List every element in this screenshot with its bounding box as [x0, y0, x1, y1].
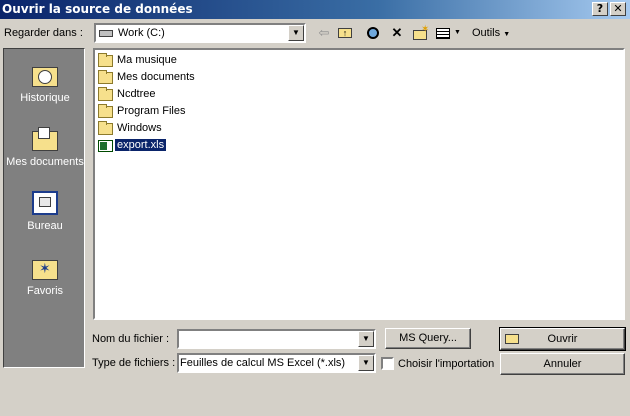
- filetype-label: Type de fichiers :: [92, 357, 176, 369]
- file-name: Program Files: [117, 105, 186, 117]
- file-name: Windows: [117, 122, 162, 134]
- new-folder-icon[interactable]: ✶: [410, 24, 430, 42]
- window-title: Ouvrir la source de données: [2, 2, 193, 16]
- place-history[interactable]: Historique: [4, 61, 86, 104]
- look-in-value: Work (C:): [118, 27, 165, 39]
- favorites-icon: ✶: [30, 254, 60, 282]
- filename-label: Nom du fichier :: [92, 333, 170, 345]
- history-icon: [30, 61, 60, 89]
- desktop-icon: [30, 189, 60, 217]
- excel-file-icon: [98, 140, 113, 152]
- open-folder-icon: [505, 334, 519, 344]
- up-folder-icon[interactable]: ↑: [335, 24, 355, 42]
- folder-icon: [98, 121, 113, 135]
- folder-icon: [98, 53, 113, 67]
- cancel-button[interactable]: Annuler: [500, 353, 625, 375]
- ms-query-button[interactable]: MS Query...: [385, 328, 471, 349]
- filename-input[interactable]: ▼: [177, 329, 376, 349]
- chevron-down-icon[interactable]: ▼: [288, 25, 304, 41]
- place-label: Favoris: [26, 285, 64, 297]
- look-in-dropdown[interactable]: Work (C:) ▼: [94, 23, 306, 43]
- file-name: Ma musique: [117, 54, 177, 66]
- file-name: export.xls: [113, 138, 168, 152]
- choose-import-label: Choisir l'importation: [398, 358, 495, 370]
- open-button[interactable]: Ouvrir: [499, 327, 626, 351]
- close-button[interactable]: ✕: [610, 2, 626, 16]
- place-label: Bureau: [27, 220, 63, 232]
- caret-down-icon: ▼: [503, 31, 511, 38]
- filetype-value: Feuilles de calcul MS Excel (*.xls): [180, 357, 346, 369]
- file-name: Mes documents: [117, 71, 195, 83]
- place-favorites[interactable]: ✶ Favoris: [4, 254, 86, 297]
- tools-menu[interactable]: Outils ▼: [472, 27, 510, 39]
- delete-icon[interactable]: ✕: [387, 24, 407, 42]
- chevron-down-icon[interactable]: ▼: [358, 331, 374, 347]
- title-bar[interactable]: Ouvrir la source de données ? ✕: [0, 0, 630, 19]
- place-desktop[interactable]: Bureau: [4, 189, 86, 232]
- place-label: Historique: [20, 92, 70, 104]
- places-bar: Historique Mes documents Bureau ✶ Favori…: [3, 48, 85, 368]
- folder-icon: [98, 104, 113, 118]
- choose-import-checkbox[interactable]: [381, 357, 394, 370]
- drive-icon: [99, 30, 113, 37]
- chevron-down-icon[interactable]: ▼: [358, 355, 374, 371]
- filetype-dropdown[interactable]: Feuilles de calcul MS Excel (*.xls) ▼: [177, 353, 376, 373]
- views-icon[interactable]: ▼: [434, 24, 464, 42]
- open-button-label: Ouvrir: [547, 333, 578, 345]
- my-documents-icon: [30, 125, 60, 153]
- folder-icon: [98, 87, 113, 101]
- place-my-documents[interactable]: Mes documents: [4, 125, 86, 168]
- back-arrow-icon[interactable]: ⇦: [314, 24, 334, 42]
- look-in-label: Regarder dans :: [4, 27, 83, 39]
- search-web-icon[interactable]: [364, 24, 384, 42]
- file-name: Ncdtree: [117, 88, 156, 100]
- file-list[interactable]: Ma musique Mes documents Ncdtree Program…: [93, 48, 625, 320]
- help-button[interactable]: ?: [592, 2, 608, 16]
- folder-icon: [98, 70, 113, 84]
- place-label: Mes documents: [6, 156, 84, 168]
